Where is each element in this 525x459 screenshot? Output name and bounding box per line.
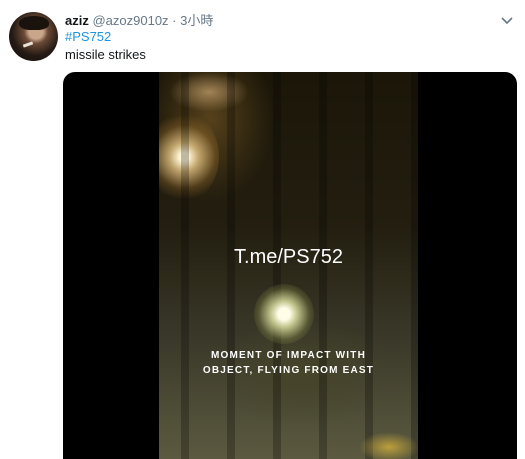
caption-line-1: MOMENT OF IMPACT WITH — [211, 350, 366, 361]
tweet: aziz @azoz9010z · 3小時 #PS752 missile str… — [0, 0, 525, 459]
chevron-down-icon — [501, 17, 513, 25]
avatar[interactable] — [9, 12, 58, 61]
video-caption: MOMENT OF IMPACT WITH OBJECT, FLYING FRO… — [159, 348, 418, 378]
avatar-hair — [19, 16, 49, 30]
hashtag-link[interactable]: #PS752 — [65, 29, 111, 44]
separator: · — [172, 13, 177, 28]
timestamp[interactable]: 3小時 — [180, 13, 213, 28]
glow-impact — [254, 284, 314, 344]
video-frame[interactable]: T.me/PS752 MOMENT OF IMPACT WITH OBJECT,… — [159, 72, 418, 459]
tweet-header: aziz @azoz9010z · 3小時 — [65, 10, 213, 29]
handle[interactable]: @azoz9010z — [92, 13, 168, 28]
more-options-button[interactable] — [497, 11, 517, 31]
avatar-cigarette — [22, 41, 34, 48]
tweet-text: missile strikes — [65, 47, 146, 62]
glow-bottom — [359, 432, 418, 459]
display-name[interactable]: aziz — [65, 13, 89, 28]
caption-line-2: OBJECT, FLYING FROM EAST — [202, 365, 375, 376]
video-watermark: T.me/PS752 — [234, 246, 343, 268]
tweet-media[interactable]: T.me/PS752 MOMENT OF IMPACT WITH OBJECT,… — [63, 72, 517, 459]
